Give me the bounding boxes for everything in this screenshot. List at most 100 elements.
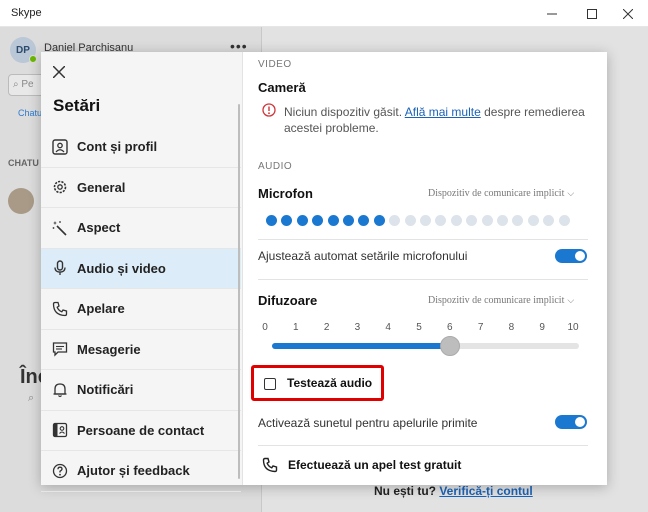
help-icon [51, 462, 69, 480]
sidebar-item-label: Cont și profil [77, 139, 158, 155]
mic-level-dot-active [327, 215, 339, 226]
divider [258, 445, 588, 446]
incoming-call-sound-toggle[interactable] [555, 415, 587, 429]
mic-level-dot-inactive [497, 215, 508, 226]
window-titlebar: Skype [0, 0, 648, 27]
volume-tick-label: 5 [416, 322, 422, 333]
mic-level-dot-inactive [543, 215, 555, 226]
mic-level-dot-inactive [404, 215, 416, 226]
settings-dialog: Setări Cont și profil General Aspect Aud… [41, 52, 607, 492]
verify-account-link[interactable]: Verifică-ți contul [439, 484, 532, 498]
sidebar-item-label: General [77, 179, 126, 195]
camera-warning: Niciun dispozitiv găsit. Află mai multe … [284, 104, 594, 136]
window-title: Skype [11, 7, 42, 19]
volume-tick-label: 8 [508, 322, 515, 333]
warning-icon [262, 103, 276, 117]
sidebar-item-account[interactable]: Cont și profil [41, 127, 241, 168]
volume-tick-label: 2 [323, 322, 330, 333]
contact-avatar[interactable] [8, 188, 34, 214]
footer-text: Nu ești tu? [374, 484, 436, 498]
volume-tick-label: 10 [567, 322, 579, 333]
presence-online-icon [29, 55, 37, 63]
camera-label: Cameră [258, 80, 306, 95]
background-search-icon: ⌕ [28, 392, 35, 404]
sidebar-item-label: Notificări [77, 382, 134, 398]
sidebar-item-label: Audio și video [77, 260, 166, 276]
sidebar-item-label: Mesagerie [77, 341, 141, 357]
sidebar-item-messaging[interactable]: Mesagerie [41, 330, 241, 370]
mic-level-dot-inactive [558, 215, 570, 226]
settings-content: VIDEO Cameră Niciun dispozitiv găsit. Af… [244, 52, 607, 485]
account-verify-prompt: Nu ești tu? Verifică-ți contul [374, 484, 533, 498]
magic-wand-icon [51, 219, 69, 237]
sidebar-item-label: Ajutor și feedback [77, 463, 190, 479]
sidebar-item-general[interactable]: General [41, 168, 241, 208]
auto-adjust-mic-toggle[interactable] [555, 249, 587, 263]
volume-tick-label: 6 [447, 322, 453, 333]
sidebar-item-contacts[interactable]: Persoane de contact [41, 411, 241, 451]
speakers-device-dropdown[interactable]: Dispozitiv de comunicare implicit ⌵ [428, 295, 574, 306]
phone-icon [51, 300, 69, 318]
volume-tick-labels: 0 1 2 3 4 5 6 7 8 9 10 [258, 322, 588, 336]
mic-level-dot-active [312, 215, 324, 226]
microphone-device-dropdown[interactable]: Dispozitiv de comunicare implicit ⌵ [428, 188, 574, 199]
maximize-button[interactable] [572, 0, 612, 27]
sidebar-item-audio-video[interactable]: Audio și video [41, 248, 241, 289]
minimize-button[interactable] [532, 0, 572, 27]
warning-text: Niciun dispozitiv găsit. [284, 105, 403, 119]
account-icon [51, 138, 69, 156]
chats-section-label: CHATU [8, 158, 39, 168]
mic-level-dot-active [358, 215, 370, 226]
sidebar-item-label: Persoane de contact [77, 422, 205, 438]
sidebar-item-label: Apelare [77, 301, 125, 317]
bell-icon [51, 381, 69, 399]
mic-level-dot-inactive [512, 215, 524, 226]
close-icon [623, 8, 633, 19]
divider [258, 279, 588, 280]
speaker-volume-slider[interactable] [272, 336, 579, 356]
sidebar-item-notifications[interactable]: Notificări [41, 370, 241, 411]
close-window-button[interactable] [608, 0, 648, 27]
divider [258, 239, 588, 240]
test-audio-label[interactable]: Testează audio [287, 376, 372, 390]
mic-level-dot-inactive [450, 215, 462, 226]
test-audio-checkbox[interactable] [264, 378, 276, 390]
mic-level-dot-inactive [481, 215, 493, 226]
section-label-audio: AUDIO [258, 161, 293, 172]
settings-title: Setări [53, 96, 101, 115]
microphone-icon [51, 259, 69, 277]
speakers-device-value: Dispozitiv de comunicare implicit [428, 295, 565, 306]
sidebar-item-calling[interactable]: Apelare [41, 289, 241, 330]
settings-sidebar: Setări Cont și profil General Aspect Aud… [41, 52, 243, 492]
volume-tick-label: 4 [385, 322, 391, 333]
chevron-down-icon: ⌵ [567, 296, 575, 306]
close-settings-button[interactable] [51, 64, 67, 80]
volume-tick-label: 7 [477, 322, 484, 333]
sidebar-item-appearance[interactable]: Aspect [41, 208, 241, 249]
mic-level-dot-active [373, 215, 385, 226]
mic-level-dot-active [266, 215, 277, 226]
tab-chats[interactable]: Chatu [18, 108, 42, 118]
volume-tick-label: 3 [354, 322, 361, 333]
volume-tick-label: 1 [293, 322, 299, 333]
learn-more-link[interactable]: Află mai multe [405, 105, 481, 119]
phone-icon [262, 457, 278, 473]
minimize-icon [547, 13, 557, 14]
contacts-icon [51, 421, 69, 439]
speakers-label: Difuzoare [258, 293, 318, 308]
volume-tick-label: 9 [539, 322, 545, 333]
speaker-volume-thumb[interactable] [440, 336, 461, 356]
test-call-link[interactable]: Efectuează un apel test gratuit [288, 458, 461, 472]
auto-adjust-mic-label: Ajustează automat setările microfonului [258, 249, 468, 263]
settings-nav: Cont și profil General Aspect Audio și v… [41, 127, 241, 492]
mic-level-dot-inactive [527, 215, 539, 226]
chevron-down-icon: ⌵ [567, 189, 575, 199]
speaker-volume-fill [272, 343, 451, 349]
gear-icon [51, 178, 69, 196]
microphone-level-meter [266, 215, 586, 227]
sidebar-scrollbar[interactable] [238, 104, 240, 479]
mic-level-dot-active [296, 215, 308, 226]
search-placeholder: Pe [21, 79, 34, 90]
sidebar-item-help[interactable]: Ajutor și feedback [41, 451, 241, 492]
mic-level-dot-inactive [435, 215, 447, 226]
